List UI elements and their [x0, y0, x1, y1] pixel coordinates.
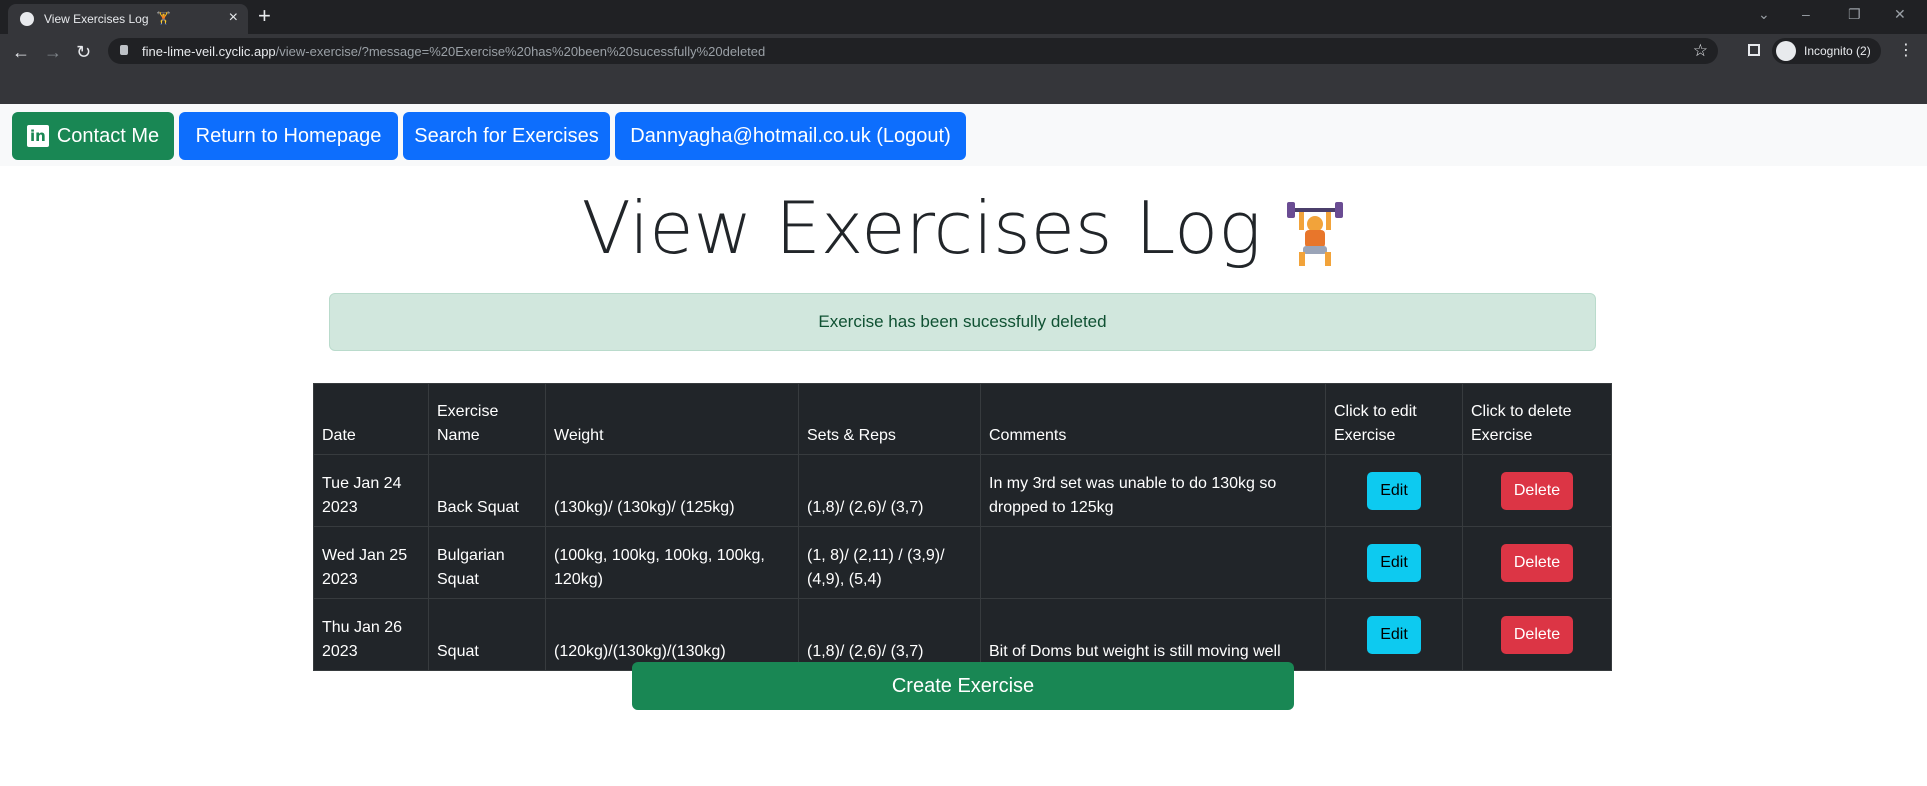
cell-delete: Delete: [1462, 598, 1612, 671]
cell-edit: Edit: [1325, 598, 1463, 671]
tab-search-icon[interactable]: ⌄: [1758, 6, 1770, 23]
cell-delete: Delete: [1462, 526, 1612, 599]
cell-exercise-name: Back Squat: [428, 454, 546, 527]
page-content: in Contact Me Return to Homepage Search …: [0, 104, 1927, 786]
more-menu-icon[interactable]: ⋮: [1898, 40, 1914, 60]
browser-tab[interactable]: View Exercises Log 🏋 ×: [8, 4, 248, 34]
delete-button[interactable]: Delete: [1501, 543, 1573, 582]
restore-icon[interactable]: ❐: [1848, 6, 1861, 23]
cell-sets-reps: (1,8)/ (2,6)/ (3,7): [798, 454, 981, 527]
reload-icon[interactable]: ↻: [76, 42, 91, 63]
cell-comments: In my 3rd set was unable to do 130kg so …: [980, 454, 1326, 527]
browser-toolbar: ← → ↻ fine-lime-veil.cyclic.app/view-exe…: [0, 34, 1927, 104]
table-header-row: Date Exercise Name Weight Sets & Reps Co…: [313, 383, 1612, 455]
tab-title: View Exercises Log: [44, 12, 149, 26]
exercises-table: Date Exercise Name Weight Sets & Reps Co…: [313, 383, 1612, 671]
contact-me-button[interactable]: in Contact Me: [12, 112, 174, 160]
cell-edit: Edit: [1325, 454, 1463, 527]
linkedin-icon: in: [26, 125, 49, 147]
page-title: View Exercises Log: [0, 186, 1927, 270]
cell-weight: (120kg)/(130kg)/(130kg): [545, 598, 799, 671]
cell-date: Tue Jan 24 2023: [313, 454, 429, 527]
weightlifter-icon: [1285, 201, 1345, 267]
incognito-badge[interactable]: Incognito (2): [1772, 38, 1881, 64]
page-title-text: View Exercises Log: [581, 186, 1262, 270]
logout-button[interactable]: Dannyagha@hotmail.co.uk (Logout): [615, 112, 966, 160]
header-sets-reps: Sets & Reps: [798, 383, 981, 455]
cell-comments: [980, 526, 1326, 599]
tab-close-icon[interactable]: ×: [229, 10, 238, 26]
cell-exercise-name: Bulgarian Squat: [428, 526, 546, 599]
header-exercise-name: Exercise Name: [428, 383, 546, 455]
forward-icon[interactable]: →: [44, 42, 62, 63]
header-weight: Weight: [545, 383, 799, 455]
window-close-icon[interactable]: ✕: [1894, 6, 1906, 23]
table-row: Thu Jan 26 2023 Squat (120kg)/(130kg)/(1…: [313, 598, 1612, 671]
table-row: Wed Jan 25 2023 Bulgarian Squat (100kg, …: [313, 526, 1612, 599]
cell-weight: (100kg, 100kg, 100kg, 100kg, 120kg): [545, 526, 799, 599]
new-tab-icon[interactable]: +: [258, 5, 271, 27]
contact-me-label: Contact Me: [56, 124, 160, 147]
back-icon[interactable]: ←: [12, 42, 30, 63]
cell-weight: (130kg)/ (130kg)/ (125kg): [545, 454, 799, 527]
cell-sets-reps: (1,8)/ (2,6)/ (3,7): [798, 598, 981, 671]
browser-tab-bar: View Exercises Log 🏋 × + ⌄ – ❐ ✕: [0, 0, 1927, 34]
cell-edit: Edit: [1325, 526, 1463, 599]
header-comments: Comments: [980, 383, 1326, 455]
header-delete: Click to delete Exercise: [1462, 383, 1612, 455]
edit-button[interactable]: Edit: [1367, 615, 1421, 654]
url-text: fine-lime-veil.cyclic.app/view-exercise/…: [142, 44, 766, 59]
header-edit: Click to edit Exercise: [1325, 383, 1463, 455]
globe-icon: [20, 12, 34, 26]
edit-button[interactable]: Edit: [1367, 471, 1421, 510]
table-row: Tue Jan 24 2023 Back Squat (130kg)/ (130…: [313, 454, 1612, 527]
lock-icon: [120, 45, 128, 55]
search-exercises-button[interactable]: Search for Exercises: [403, 112, 610, 160]
incognito-icon: [1776, 41, 1796, 61]
return-homepage-button[interactable]: Return to Homepage: [179, 112, 398, 160]
minimize-icon[interactable]: –: [1802, 6, 1810, 22]
side-panel-icon[interactable]: [1748, 44, 1760, 56]
nav-bar: in Contact Me Return to Homepage Search …: [0, 104, 1927, 166]
create-exercise-button[interactable]: Create Exercise: [632, 662, 1294, 710]
cell-delete: Delete: [1462, 454, 1612, 527]
cell-exercise-name: Squat: [428, 598, 546, 671]
edit-button[interactable]: Edit: [1367, 543, 1421, 582]
cell-date: Wed Jan 25 2023: [313, 526, 429, 599]
bookmark-star-icon[interactable]: ☆: [1693, 41, 1708, 61]
delete-button[interactable]: Delete: [1501, 615, 1573, 654]
cell-sets-reps: (1, 8)/ (2,11) / (3,9)/ (4,9), (5,4): [798, 526, 981, 599]
address-bar[interactable]: fine-lime-veil.cyclic.app/view-exercise/…: [108, 38, 1718, 64]
incognito-label: Incognito (2): [1804, 44, 1871, 58]
header-date: Date: [313, 383, 429, 455]
delete-button[interactable]: Delete: [1501, 471, 1573, 510]
cell-comments: Bit of Doms but weight is still moving w…: [980, 598, 1326, 671]
cell-date: Thu Jan 26 2023: [313, 598, 429, 671]
success-alert: Exercise has been sucessfully deleted: [329, 293, 1596, 351]
weightlifter-emoji-icon: 🏋: [156, 11, 171, 25]
